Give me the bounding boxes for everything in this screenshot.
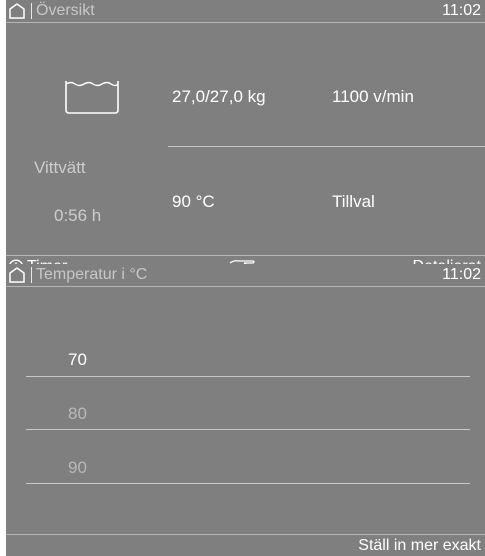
set-more-exact-button[interactable]: Ställ in mer exakt [358, 536, 481, 556]
title-divider [6, 286, 485, 287]
home-icon[interactable] [8, 266, 26, 284]
temperature-option-80[interactable]: 80 [68, 404, 87, 424]
page-title: Temperatur i °C [36, 266, 148, 283]
temperature-value[interactable]: 90 °C [172, 192, 215, 212]
temperature-footer: Ställ in mer exakt [6, 534, 485, 556]
clock-time: 11:02 [442, 266, 481, 283]
option-divider [26, 429, 470, 430]
option-divider [26, 483, 470, 484]
value-divider [168, 146, 485, 147]
temperature-title-bar: Temperatur i °C 11:02 [6, 264, 485, 286]
overview-title-bar: Översikt 11:02 [6, 0, 485, 22]
footer-divider [6, 534, 485, 535]
title-separator [31, 267, 32, 283]
temperature-option-70[interactable]: 70 [68, 350, 87, 370]
title-separator [31, 3, 32, 19]
extras-option[interactable]: Tillval [332, 192, 375, 212]
option-divider [26, 376, 470, 377]
clock-time: 11:02 [442, 2, 481, 19]
temperature-screen: Temperatur i °C 11:02 70 80 90 Ställ in … [6, 264, 485, 556]
temperature-option-90[interactable]: 90 [68, 458, 87, 478]
overview-screen: Översikt 11:02 27,0/27,0 kg 1100 v/min V… [6, 0, 485, 277]
page-title: Översikt [36, 2, 95, 19]
title-divider [6, 22, 485, 23]
program-duration: 0:56 h [54, 206, 102, 225]
home-icon[interactable] [8, 2, 26, 20]
wash-tub-icon [65, 81, 119, 114]
spin-speed-value[interactable]: 1100 v/min [332, 87, 414, 107]
load-value[interactable]: 27,0/27,0 kg [172, 87, 266, 107]
program-name: Vittvätt [34, 158, 86, 177]
footer-divider [6, 255, 485, 256]
